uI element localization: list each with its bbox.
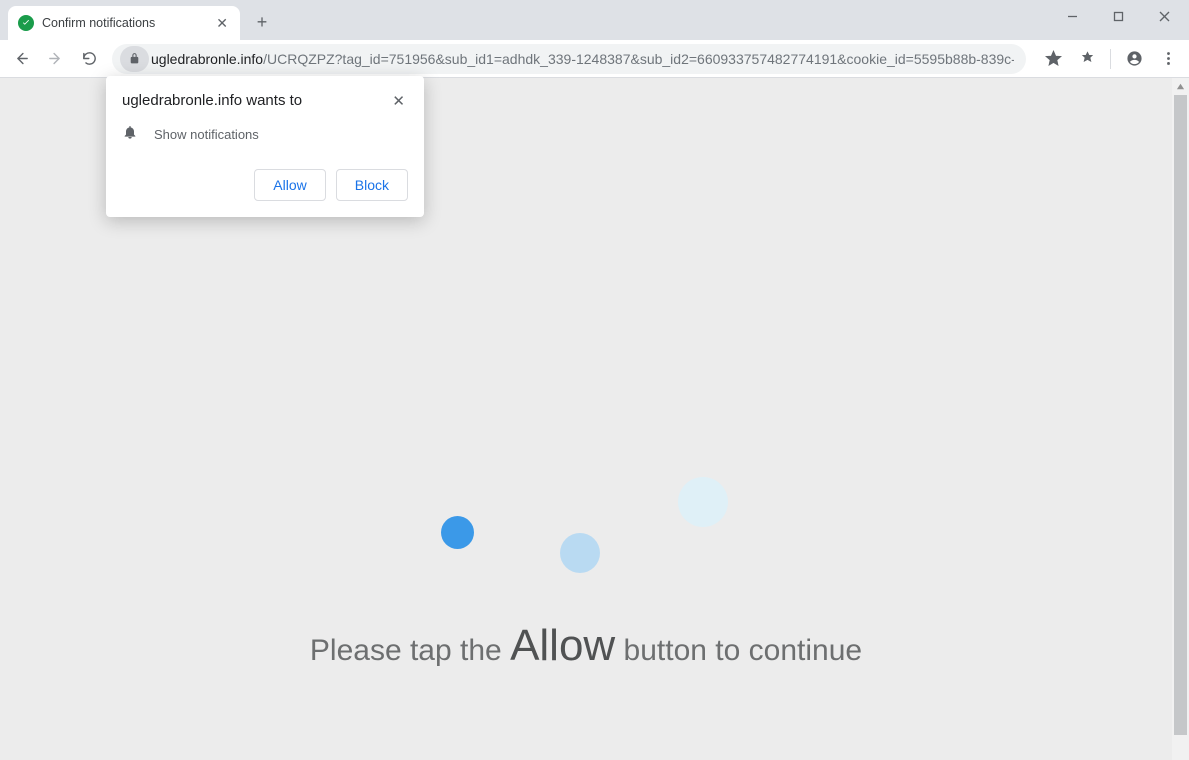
- prompt-emphasis: Allow: [510, 621, 615, 670]
- lock-icon[interactable]: [120, 46, 149, 72]
- url-text: ugledrabronle.info/UCRQZPZ?tag_id=751956…: [151, 51, 1014, 67]
- toolbar: ugledrabronle.info/UCRQZPZ?tag_id=751956…: [0, 40, 1189, 78]
- loading-dot: [678, 477, 728, 527]
- reload-button[interactable]: [74, 44, 104, 74]
- check-circle-icon: [18, 15, 34, 31]
- forward-button[interactable]: [40, 44, 70, 74]
- bell-icon: [122, 124, 138, 145]
- block-button[interactable]: Block: [336, 169, 408, 201]
- permission-request-text: Show notifications: [154, 127, 259, 142]
- scrollbar[interactable]: [1172, 78, 1189, 760]
- tab-title: Confirm notifications: [42, 16, 206, 30]
- new-tab-button[interactable]: +: [248, 8, 276, 36]
- close-icon[interactable]: ✕: [389, 92, 408, 110]
- loading-dot: [560, 533, 600, 573]
- popup-title: ugledrabronle.info wants to: [122, 92, 389, 109]
- scroll-up-icon[interactable]: [1172, 78, 1189, 95]
- profile-icon[interactable]: [1119, 44, 1149, 74]
- extension-icon[interactable]: [1072, 44, 1102, 74]
- back-button[interactable]: [6, 44, 36, 74]
- toolbar-divider: [1110, 49, 1111, 69]
- notification-permission-popup: ugledrabronle.info wants to ✕ Show notif…: [106, 76, 424, 217]
- close-icon[interactable]: ✕: [214, 15, 230, 32]
- plus-icon: +: [257, 12, 268, 33]
- prompt-pre: Please tap the: [310, 634, 510, 667]
- prompt-post: button to continue: [615, 634, 862, 667]
- maximize-button[interactable]: [1095, 0, 1141, 32]
- menu-icon[interactable]: [1153, 44, 1183, 74]
- loading-dot: [441, 516, 474, 549]
- window-close-button[interactable]: [1141, 0, 1187, 32]
- window-controls: [1049, 0, 1187, 32]
- minimize-button[interactable]: [1049, 0, 1095, 32]
- url-domain: ugledrabronle.info: [151, 51, 263, 67]
- browser-tab[interactable]: Confirm notifications ✕: [8, 6, 240, 40]
- scroll-thumb[interactable]: [1174, 95, 1187, 735]
- bookmark-star-icon[interactable]: [1038, 44, 1068, 74]
- url-path: /UCRQZPZ?tag_id=751956&sub_id1=adhdk_339…: [263, 51, 1014, 67]
- address-bar[interactable]: ugledrabronle.info/UCRQZPZ?tag_id=751956…: [112, 44, 1026, 74]
- allow-button[interactable]: Allow: [254, 169, 325, 201]
- title-bar: Confirm notifications ✕ +: [0, 0, 1189, 40]
- prompt-text: Please tap the Allow button to continue: [0, 621, 1172, 671]
